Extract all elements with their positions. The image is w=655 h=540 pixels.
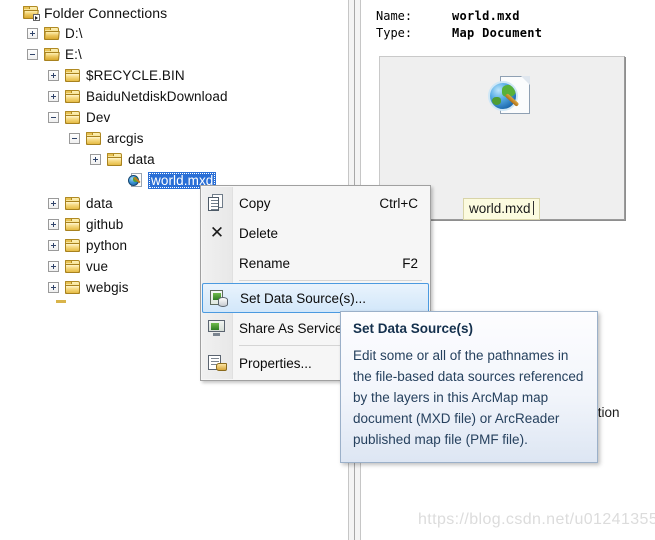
tree-item-d[interactable]: D:\ <box>27 23 83 44</box>
expand-icon[interactable] <box>48 261 59 272</box>
menu-item-shortcut: F2 <box>402 255 418 271</box>
preview-filename-text: world.mxd <box>469 201 531 216</box>
tree-item-label: github <box>86 217 124 232</box>
type-label: Type: <box>376 26 413 40</box>
tree-item-data[interactable]: data <box>48 193 113 214</box>
tree-item-arcgis[interactable]: arcgis <box>69 128 144 149</box>
folder-icon <box>65 280 81 295</box>
drive-folder-icon <box>44 26 60 41</box>
share-service-icon <box>208 319 226 337</box>
tree-item-label: python <box>86 238 128 253</box>
tree-item-label: webgis <box>86 280 129 295</box>
preview-filename-edit[interactable]: world.mxd <box>463 198 540 220</box>
type-value: Map Document <box>452 26 543 40</box>
collapse-icon[interactable] <box>69 133 80 144</box>
map-document-icon <box>487 76 530 118</box>
folder-icon <box>107 152 123 167</box>
set-data-source-icon <box>210 289 228 307</box>
tooltip-title: Set Data Source(s) <box>353 321 474 336</box>
tree-item-folder-connections[interactable]: Folder Connections <box>6 2 167 23</box>
expand-icon[interactable] <box>48 198 59 209</box>
tree-item-e[interactable]: E:\ <box>27 44 82 65</box>
drive-folder-icon <box>44 47 60 62</box>
tooltip-body: Edit some or all of the pathnames in the… <box>353 348 584 447</box>
folder-icon <box>65 110 81 125</box>
tree-item-label: arcgis <box>107 131 144 146</box>
tree-item-vue[interactable]: vue <box>48 256 108 277</box>
menu-item-label: Properties... <box>239 355 312 371</box>
copy-icon <box>208 194 226 212</box>
tree-item-label: vue <box>86 259 109 274</box>
menu-item-rename[interactable]: Rename F2 <box>201 248 430 278</box>
tree-item-github[interactable]: github <box>48 214 123 235</box>
folder-icon <box>65 217 81 232</box>
tree-item-label: $RECYCLE.BIN <box>86 68 185 83</box>
name-label: Name: <box>376 9 413 23</box>
properties-icon <box>208 354 227 372</box>
delete-x-icon: ✕ <box>209 223 225 243</box>
folder-icon <box>86 131 102 146</box>
menu-separator <box>239 280 422 281</box>
tree-item-label: Dev <box>86 110 111 125</box>
expand-icon[interactable] <box>27 28 38 39</box>
tree-item-label: BaiduNetdiskDownload <box>86 89 228 104</box>
collapse-icon[interactable] <box>48 112 59 123</box>
name-value: world.mxd <box>452 9 520 23</box>
menu-item-shortcut: Ctrl+C <box>379 195 418 211</box>
expand-icon[interactable] <box>48 282 59 293</box>
folder-icon <box>65 238 81 253</box>
menu-item-label: Rename <box>239 255 291 271</box>
tree-item-label: data <box>128 152 155 167</box>
file-metadata: Name: world.mxd Type: Map Document <box>376 8 542 42</box>
tree-item-label: Folder Connections <box>44 4 168 21</box>
tree-item-dev[interactable]: Dev <box>48 107 110 128</box>
folder-connection-icon <box>23 5 40 21</box>
menu-item-set-data-source-s[interactable]: Set Data Source(s)... <box>202 283 429 313</box>
watermark-text: https://blog.csdn.net/u012413551 <box>418 511 655 528</box>
menu-item-label: Delete <box>239 225 279 241</box>
expand-icon[interactable] <box>48 240 59 251</box>
tree-item-data[interactable]: data <box>90 149 155 170</box>
folder-icon <box>65 196 81 211</box>
set-data-source-tooltip: Set Data Source(s) Edit some or all of t… <box>340 311 598 463</box>
menu-item-label: Copy <box>239 195 271 211</box>
expand-icon[interactable] <box>48 219 59 230</box>
menu-item-label: Share As Service... <box>239 320 354 336</box>
folder-icon <box>65 89 81 104</box>
tree-item-label: data <box>86 196 113 211</box>
text-caret <box>532 201 534 215</box>
expand-icon[interactable] <box>48 91 59 102</box>
tree-item-python[interactable]: python <box>48 235 127 256</box>
folder-icon <box>65 68 81 83</box>
menu-item-copy[interactable]: Copy Ctrl+C <box>201 188 430 218</box>
tree-item-baidunetdiskdownload[interactable]: BaiduNetdiskDownload <box>48 86 228 107</box>
tree-item-label: D:\ <box>65 26 83 41</box>
tree-item-label: E:\ <box>65 47 82 62</box>
tree-row-partial <box>56 300 66 303</box>
map-document-icon <box>128 173 144 188</box>
collapse-icon[interactable] <box>27 49 38 60</box>
tree-item-webgis[interactable]: webgis <box>48 277 129 298</box>
folder-icon <box>65 259 81 274</box>
menu-item-delete[interactable]: ✕ Delete <box>201 218 430 248</box>
tree-item-recyclebin[interactable]: $RECYCLE.BIN <box>48 65 185 86</box>
expand-icon[interactable] <box>48 70 59 81</box>
expand-icon[interactable] <box>90 154 101 165</box>
menu-item-label: Set Data Source(s)... <box>240 290 367 306</box>
